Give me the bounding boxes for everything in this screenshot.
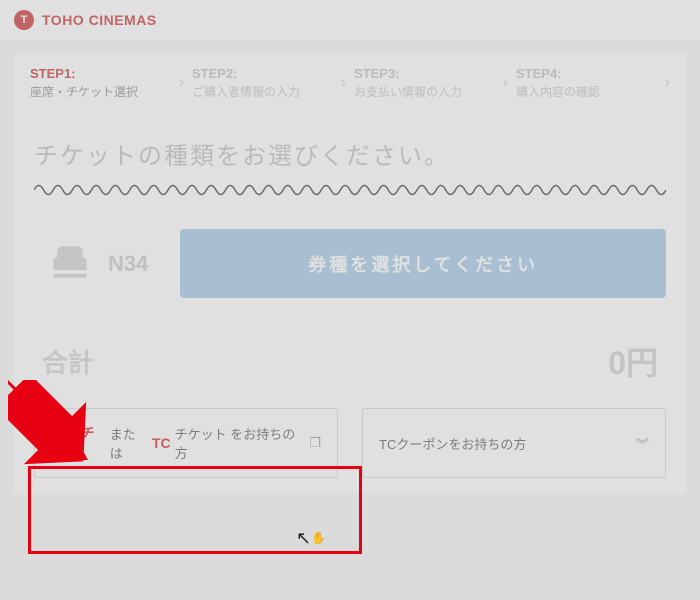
- total-row: 合計 0円: [34, 308, 666, 394]
- promo-row: ムビチケ または TC チケット をお持ちの方 ❐ TCクーポンをお持ちの方 ︾: [34, 394, 666, 484]
- step-1: STEP1: 座席・チケット選択: [30, 66, 171, 100]
- step-3: STEP3: お支払い情報の入力: [354, 66, 495, 100]
- seat-display: N34: [34, 229, 162, 298]
- main-panel: チケットの種類をお選びください。 N34 券種を選択してください 合計 0円 ム…: [14, 112, 686, 494]
- brand-name: TOHO CINEMAS: [42, 12, 157, 28]
- tc-logo-icon: TC: [152, 435, 171, 451]
- seat-icon: [48, 239, 92, 288]
- step-4: STEP4: 購入内容の確認: [516, 66, 657, 100]
- chevron-down-icon: ︾: [636, 434, 649, 453]
- seat-row: N34 券種を選択してください: [34, 229, 666, 298]
- app-header: T TOHO CINEMAS: [0, 0, 700, 40]
- annotation-arrow-icon: [8, 380, 88, 485]
- seat-number: N34: [108, 251, 148, 277]
- select-ticket-type-button[interactable]: 券種を選択してください: [180, 229, 666, 298]
- total-label: 合計: [42, 343, 94, 380]
- chevron-right-icon: ›: [665, 74, 670, 92]
- chevron-right-icon: ›: [179, 74, 184, 92]
- page-title: チケットの種類をお選びください。: [34, 136, 666, 171]
- torn-divider: [34, 179, 666, 201]
- step-2: STEP2: ご購入者情報の入力: [192, 66, 333, 100]
- checkout-stepper: STEP1: 座席・チケット選択 › STEP2: ご購入者情報の入力 › ST…: [14, 54, 686, 112]
- tc-coupon-button[interactable]: TCクーポンをお持ちの方 ︾: [362, 408, 666, 478]
- cursor-pointer-icon: ↖✋: [296, 528, 326, 549]
- popup-icon: ❐: [309, 435, 321, 451]
- total-value: 0円: [608, 338, 658, 384]
- logo-mark-icon: T: [14, 10, 34, 30]
- chevron-right-icon: ›: [341, 74, 346, 92]
- chevron-right-icon: ›: [503, 74, 508, 92]
